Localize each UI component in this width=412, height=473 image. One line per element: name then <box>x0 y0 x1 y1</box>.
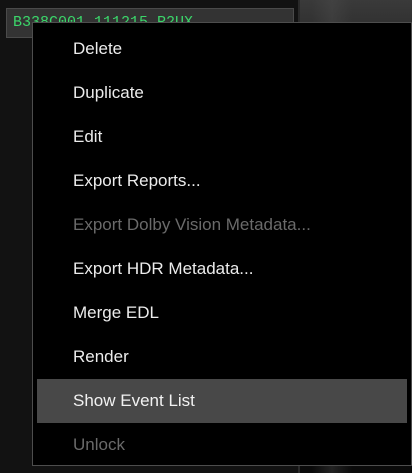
menu-item-render[interactable]: Render <box>37 335 407 379</box>
app-window: B338C001_111215_R2UX Delete Duplicate Ed… <box>0 0 412 473</box>
menu-item-edit[interactable]: Edit <box>37 115 407 159</box>
menu-item-export-reports[interactable]: Export Reports... <box>37 159 407 203</box>
menu-item-export-dolby-vision-metadata: Export Dolby Vision Metadata... <box>73 215 311 234</box>
menu-item-delete[interactable]: Delete <box>37 27 407 71</box>
menu-item-show-event-list[interactable]: Show Event List <box>37 379 407 423</box>
menu-item-export-hdr-metadata[interactable]: Export HDR Metadata... <box>37 247 407 291</box>
menu-item-merge-edl[interactable]: Merge EDL <box>37 291 407 335</box>
menu-item-unlock: Unlock <box>73 435 125 454</box>
menu-item-duplicate[interactable]: Duplicate <box>37 71 407 115</box>
context-menu: Delete Duplicate Edit Export Reports... … <box>32 22 412 466</box>
